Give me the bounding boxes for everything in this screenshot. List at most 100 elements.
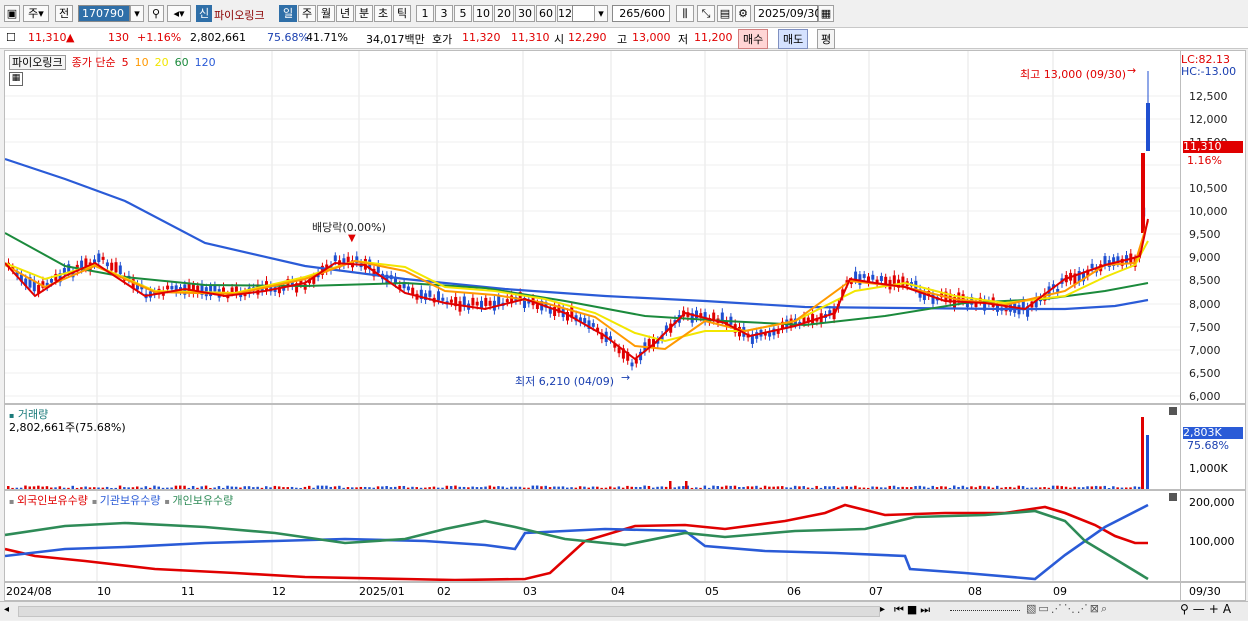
volume-bar <box>897 487 900 489</box>
interval-button-3[interactable]: 3 <box>435 5 453 22</box>
x-axis-label: 04 <box>611 585 625 598</box>
volume-bar <box>277 486 281 489</box>
volume-bar <box>265 486 268 489</box>
bar-count-field[interactable]: 265/600 <box>612 5 670 22</box>
playback-controls-icon[interactable]: ⏮■⏭ <box>894 603 933 617</box>
date-input[interactable]: 2025/09/30 <box>754 5 821 22</box>
zoom-tools-icon[interactable]: ⚲—+A <box>1180 602 1235 616</box>
price-chart[interactable] <box>5 51 1181 403</box>
holdings-tick-100k: 100,000 <box>1189 535 1235 548</box>
period-button-1[interactable]: 주 <box>298 5 316 22</box>
period-button-3[interactable]: 년 <box>336 5 354 22</box>
volume-bar <box>750 486 754 489</box>
search-icon[interactable]: ⚲ <box>148 5 164 22</box>
volume-bar <box>101 487 105 489</box>
sell-button[interactable]: 매도 <box>778 29 809 49</box>
stock-code-input[interactable]: 170790 <box>78 5 130 22</box>
volume-bar <box>742 486 745 489</box>
volume-bar <box>252 487 255 489</box>
volume-bar <box>630 486 633 489</box>
x-axis-right-label: 09/30 <box>1189 585 1221 598</box>
price-axis: LC:82.13 HC:-13.00 12,50012,00011,50010,… <box>1180 50 1246 404</box>
candle-body <box>497 296 501 306</box>
volume-last-tag: 2,803K <box>1183 427 1243 439</box>
volume-ratio: 75.68% <box>267 31 309 44</box>
calendar-icon[interactable]: ▦ <box>818 5 834 22</box>
save-icon[interactable]: ▤ <box>717 5 733 22</box>
volume-bar <box>1141 417 1144 489</box>
chart-menu-icon[interactable]: ▦ <box>9 72 23 86</box>
mode-select[interactable]: 주▾ <box>23 5 49 22</box>
scroll-left-icon[interactable]: ◂ <box>4 604 9 615</box>
volume-bar <box>841 486 844 489</box>
last-pct-tag: 1.16% <box>1187 154 1222 167</box>
volume-bar <box>901 486 904 489</box>
volume-bar <box>1051 485 1055 489</box>
bid-price: 11,310 <box>511 31 550 44</box>
volume-bar <box>832 486 836 489</box>
ma-legend-60: 60 <box>174 56 189 69</box>
drawing-tools-icon[interactable]: ▧▭⋰⋱⋰⊠⌕ <box>1026 602 1109 616</box>
period-button-4[interactable]: 분 <box>355 5 373 22</box>
volume-bar <box>97 487 100 489</box>
volume-bar <box>355 487 358 489</box>
interval-button-10[interactable]: 10 <box>473 5 493 22</box>
volume-bar <box>1120 487 1124 489</box>
volume-bar <box>114 487 117 489</box>
interval-button-20[interactable]: 20 <box>494 5 514 22</box>
interval-button-5[interactable]: 5 <box>454 5 472 22</box>
prev-button[interactable]: 전 <box>55 5 73 22</box>
price-tick: 9,500 <box>1189 228 1221 241</box>
flat-button[interactable]: 평 <box>817 29 836 49</box>
volume-bar <box>1137 486 1141 489</box>
checkbox-icon[interactable]: ☐ <box>6 31 16 44</box>
volume-bar <box>643 485 646 489</box>
volume-chart[interactable] <box>5 405 1181 489</box>
volume-bar <box>148 487 152 489</box>
interval-button-1[interactable]: 1 <box>416 5 434 22</box>
volume-bar <box>338 485 341 489</box>
volume-bar <box>372 487 375 489</box>
period-button-5[interactable]: 초 <box>374 5 392 22</box>
interval-button-30[interactable]: 30 <box>515 5 535 22</box>
draw-tool-icon[interactable]: ⤡ <box>697 5 715 22</box>
volume-bar <box>626 485 629 489</box>
speaker-icon[interactable]: ◂▾ <box>167 5 191 22</box>
volume-bar <box>527 487 530 489</box>
scroll-right-icon[interactable]: ▸ <box>880 604 885 615</box>
interval-dropdown-icon[interactable]: ▾ <box>594 5 608 22</box>
buy-button[interactable]: 매수 <box>738 29 769 49</box>
volume-bar <box>209 487 212 489</box>
chart-layout-icon[interactable]: ▣ <box>4 5 20 22</box>
period-button-0[interactable]: 일 <box>279 5 297 22</box>
volume-bar <box>566 487 569 489</box>
gear-icon[interactable]: ⚙ <box>735 5 751 22</box>
interval-button-60[interactable]: 60 <box>536 5 556 22</box>
volume-bar <box>406 487 410 489</box>
holdings-close-icon[interactable] <box>1169 493 1177 501</box>
volume-bar <box>811 487 814 489</box>
volume-bar <box>940 486 943 489</box>
volume-bar <box>7 486 10 489</box>
scroll-track[interactable] <box>18 606 880 617</box>
ask-price: 11,320 <box>462 31 501 44</box>
period-button-2[interactable]: 월 <box>317 5 335 22</box>
price-tick: 12,500 <box>1189 90 1228 103</box>
chart-scrollbar[interactable]: ◂ ▸ ⏮■⏭ ▧▭⋰⋱⋰⊠⌕ ⚲—+A <box>0 601 1248 620</box>
volume-bar <box>1112 486 1115 489</box>
volume-bar <box>1017 485 1020 489</box>
volume-bar <box>312 487 315 489</box>
candle-icon[interactable]: ⫼ <box>676 5 694 22</box>
volume-bar <box>914 486 917 489</box>
bar-count-total: /600 <box>640 7 665 20</box>
volume-close-icon[interactable] <box>1169 407 1177 415</box>
volume-bar <box>19 487 23 489</box>
high-arrow-icon: → <box>1127 64 1137 77</box>
zoom-slider[interactable] <box>950 610 1020 612</box>
period-button-6[interactable]: 틱 <box>393 5 411 22</box>
mode-label: 주 <box>28 7 39 20</box>
new-badge: 신 <box>196 5 212 22</box>
code-dropdown-icon[interactable]: ▾ <box>130 5 144 22</box>
volume-bar <box>1116 487 1119 489</box>
volume-bar <box>862 487 866 489</box>
